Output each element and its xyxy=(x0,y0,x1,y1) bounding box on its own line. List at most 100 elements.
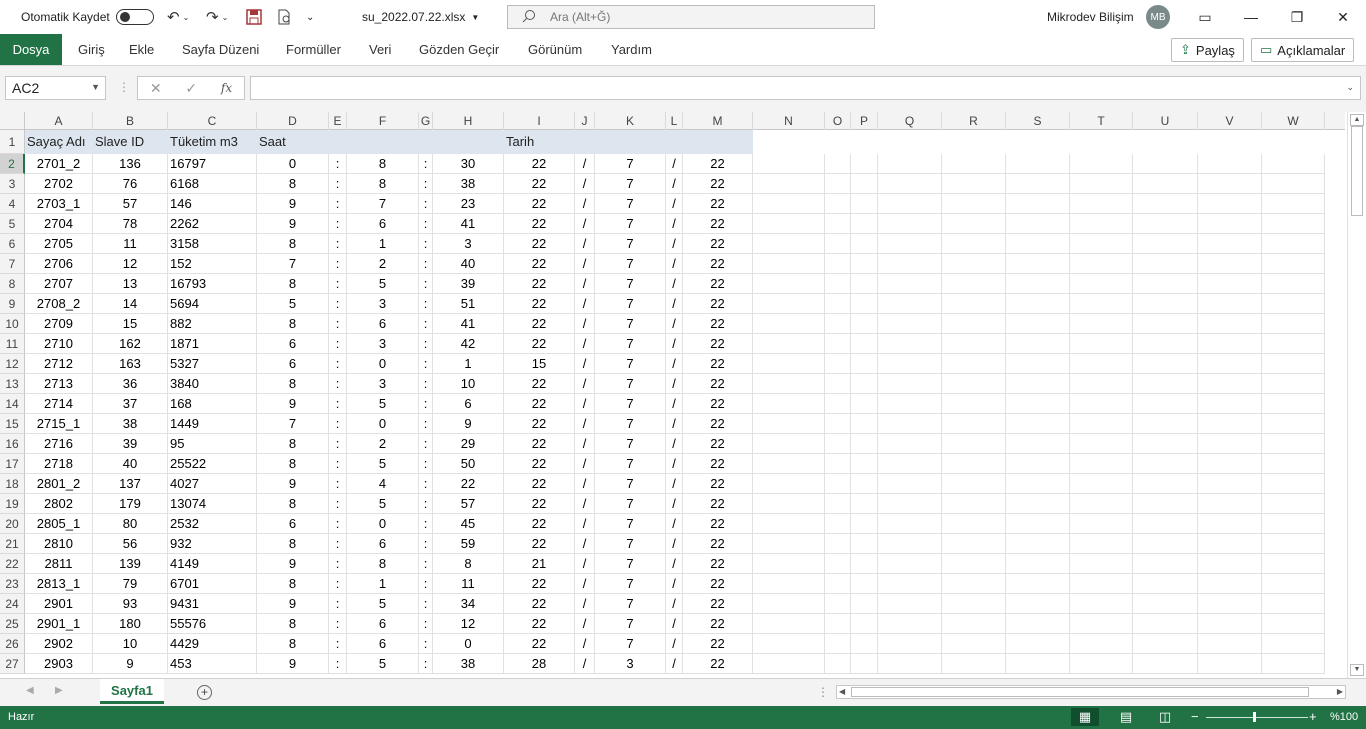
empty-cell[interactable] xyxy=(878,334,942,354)
scroll-left-icon[interactable]: ◀ xyxy=(839,686,845,698)
cell-l[interactable]: / xyxy=(666,414,683,434)
cell-b[interactable]: 15 xyxy=(93,314,168,334)
row-header[interactable]: 1 xyxy=(0,130,25,154)
cell-k[interactable]: 7 xyxy=(595,274,666,294)
cell-h[interactable]: 1 xyxy=(433,354,504,374)
cell-e[interactable]: : xyxy=(329,474,347,494)
empty-cell[interactable] xyxy=(878,574,942,594)
header-sayac-adi[interactable]: Sayaç Adı xyxy=(27,130,86,154)
empty-cell[interactable] xyxy=(1070,574,1133,594)
cell-m[interactable]: 22 xyxy=(683,514,753,534)
cell-c[interactable]: 6701 xyxy=(168,574,257,594)
cell-j[interactable]: / xyxy=(575,634,595,654)
empty-cell[interactable] xyxy=(1133,174,1198,194)
empty-cell[interactable] xyxy=(1006,574,1070,594)
cell-k[interactable]: 7 xyxy=(595,614,666,634)
empty-cell[interactable] xyxy=(1133,554,1198,574)
cell-h[interactable]: 23 xyxy=(433,194,504,214)
cell-c[interactable]: 152 xyxy=(168,254,257,274)
empty-cell[interactable] xyxy=(1070,374,1133,394)
cell-i[interactable]: 22 xyxy=(504,334,575,354)
cell-k[interactable]: 3 xyxy=(595,654,666,674)
cell-h[interactable]: 29 xyxy=(433,434,504,454)
empty-cell[interactable] xyxy=(851,154,878,174)
empty-cell[interactable] xyxy=(1262,274,1325,294)
cell-a[interactable]: 2810 xyxy=(25,534,93,554)
cell-c[interactable]: 4027 xyxy=(168,474,257,494)
cell-b[interactable]: 137 xyxy=(93,474,168,494)
name-box-dropdown-icon[interactable]: ▼ xyxy=(91,82,100,92)
cell-b[interactable]: 78 xyxy=(93,214,168,234)
row-header[interactable]: 13 xyxy=(0,374,25,394)
cell-j[interactable]: / xyxy=(575,614,595,634)
cell-h[interactable]: 50 xyxy=(433,454,504,474)
prev-sheet-icon[interactable]: ◀ xyxy=(26,685,34,696)
cell-h[interactable]: 45 xyxy=(433,514,504,534)
cell-g[interactable]: : xyxy=(419,574,433,594)
cell-j[interactable]: / xyxy=(575,474,595,494)
empty-cell[interactable] xyxy=(1262,394,1325,414)
empty-cell[interactable] xyxy=(1262,634,1325,654)
empty-cell[interactable] xyxy=(1262,414,1325,434)
empty-cell[interactable] xyxy=(1006,194,1070,214)
tab-home[interactable]: Giriş xyxy=(78,34,105,65)
cell-i[interactable]: 22 xyxy=(504,454,575,474)
cell-g[interactable]: : xyxy=(419,174,433,194)
cell-j[interactable]: / xyxy=(575,554,595,574)
empty-cell[interactable] xyxy=(878,274,942,294)
cell-l[interactable]: / xyxy=(666,614,683,634)
cell-h[interactable]: 59 xyxy=(433,534,504,554)
cell-e[interactable]: : xyxy=(329,634,347,654)
empty-cell[interactable] xyxy=(753,414,825,434)
empty-cell[interactable] xyxy=(1006,634,1070,654)
empty-cell[interactable] xyxy=(825,174,851,194)
cell-l[interactable]: / xyxy=(666,494,683,514)
cell-d[interactable]: 7 xyxy=(257,254,329,274)
cell-g[interactable]: : xyxy=(419,294,433,314)
empty-cell[interactable] xyxy=(1198,374,1262,394)
empty-cell[interactable] xyxy=(1262,454,1325,474)
cell-e[interactable]: : xyxy=(329,214,347,234)
header-slave-id[interactable]: Slave ID xyxy=(95,130,144,154)
cell-d[interactable]: 7 xyxy=(257,414,329,434)
cell-j[interactable]: / xyxy=(575,354,595,374)
empty-cell[interactable] xyxy=(1133,214,1198,234)
empty-cell[interactable] xyxy=(851,234,878,254)
cell-d[interactable]: 9 xyxy=(257,474,329,494)
column-header-q[interactable]: Q xyxy=(878,112,942,130)
row-header[interactable]: 18 xyxy=(0,474,25,494)
empty-cell[interactable] xyxy=(851,354,878,374)
cell-f[interactable]: 6 xyxy=(347,314,419,334)
cell-h[interactable]: 3 xyxy=(433,234,504,254)
cell-k[interactable]: 7 xyxy=(595,414,666,434)
row-header[interactable]: 21 xyxy=(0,534,25,554)
empty-cell[interactable] xyxy=(825,654,851,674)
empty-cell[interactable] xyxy=(942,234,1006,254)
cell-k[interactable]: 7 xyxy=(595,454,666,474)
cell-h[interactable]: 57 xyxy=(433,494,504,514)
empty-cell[interactable] xyxy=(753,154,825,174)
cell-f[interactable]: 0 xyxy=(347,354,419,374)
empty-cell[interactable] xyxy=(942,434,1006,454)
empty-cell[interactable] xyxy=(878,234,942,254)
empty-cell[interactable] xyxy=(851,374,878,394)
empty-cell[interactable] xyxy=(1198,534,1262,554)
cell-i[interactable]: 22 xyxy=(504,174,575,194)
cell-e[interactable]: : xyxy=(329,274,347,294)
cell-l[interactable]: / xyxy=(666,354,683,374)
empty-cell[interactable] xyxy=(1198,234,1262,254)
row-header[interactable]: 19 xyxy=(0,494,25,514)
empty-cell[interactable] xyxy=(1262,434,1325,454)
cell-b[interactable]: 93 xyxy=(93,594,168,614)
empty-cell[interactable] xyxy=(851,654,878,674)
cell-b[interactable]: 57 xyxy=(93,194,168,214)
cell-b[interactable]: 14 xyxy=(93,294,168,314)
cell-g[interactable]: : xyxy=(419,274,433,294)
insert-function-icon[interactable]: fx xyxy=(221,81,232,95)
cell-b[interactable]: 139 xyxy=(93,554,168,574)
cell-b[interactable]: 38 xyxy=(93,414,168,434)
cell-h[interactable]: 12 xyxy=(433,614,504,634)
tab-split-grip-icon[interactable]: ⋮ xyxy=(817,685,829,699)
vertical-scroll-thumb[interactable] xyxy=(1351,126,1363,216)
cell-k[interactable]: 7 xyxy=(595,594,666,614)
